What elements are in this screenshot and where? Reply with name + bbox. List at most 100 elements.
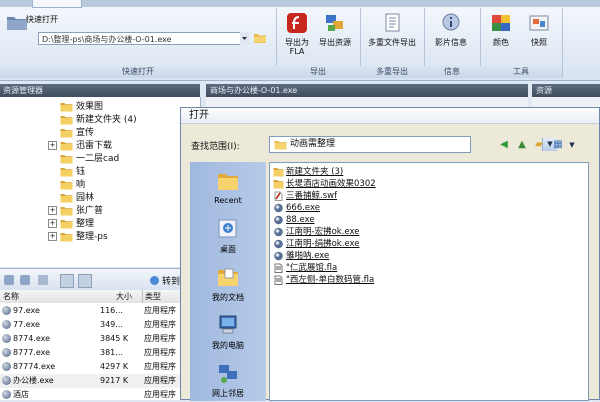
place-network-label: 网上邻居: [212, 389, 244, 398]
tree-item[interactable]: 效果图: [48, 101, 103, 114]
tree-item[interactable]: 新建文件夹 (4): [48, 114, 137, 127]
table-row[interactable]: 87774.exe 4297 K 应用程序: [0, 360, 200, 374]
views-menu-icon[interactable]: ▦: [551, 138, 565, 152]
up-folder-icon[interactable]: ▲: [515, 138, 529, 152]
quick-open-path-input[interactable]: D:\整理-ps\商场与办公楼-O-01.exe: [38, 32, 248, 45]
column-name[interactable]: 名称: [3, 290, 19, 303]
place-desktop[interactable]: 桌面: [190, 218, 266, 255]
expand-icon[interactable]: +: [48, 219, 57, 228]
tree-item[interactable]: + 迅雷下载: [48, 140, 112, 153]
place-my-computer[interactable]: 我的电脑: [190, 314, 266, 351]
expand-icon[interactable]: +: [48, 206, 57, 215]
movie-info-label: 影片信息: [435, 38, 467, 47]
multi-file-export-label: 多重文件导出: [368, 38, 416, 47]
file-name: 87774.exe: [13, 362, 56, 371]
snapshot-button[interactable]: 快照: [522, 12, 556, 47]
file-item[interactable]: 666.exe: [273, 202, 320, 214]
file-item[interactable]: 长堤酒店动画效果0302: [273, 178, 376, 190]
folder-icon: [60, 206, 73, 215]
tree-item[interactable]: + 整理: [48, 218, 94, 231]
file-size-cell: 3845 K: [100, 334, 129, 343]
file-type-cell: 应用程序: [144, 306, 176, 315]
ribbon: 快速打开 快速打开 D:\整理-ps\商场与办公楼-O-01.exe 导出为 F…: [0, 0, 600, 81]
column-type[interactable]: 类型: [142, 290, 161, 303]
place-desktop-label: 桌面: [220, 245, 236, 254]
file-type-cell: 应用程序: [144, 348, 176, 357]
file-item[interactable]: 新建文件夹 (3): [273, 166, 343, 178]
export-resources-button[interactable]: 导出资源: [318, 12, 352, 47]
view-list-icon[interactable]: [78, 274, 92, 288]
ribbon-tab-home[interactable]: [32, 0, 82, 8]
file-item[interactable]: 江南明-绢拂ok.exe: [273, 238, 359, 250]
tree-item[interactable]: 响: [48, 179, 85, 192]
table-row[interactable]: 8774.exe 3845 K 应用程序: [0, 332, 200, 346]
folder-tree[interactable]: 效果图 新建文件夹 (4) 宣传 + 迅雷下载 一二层cad 钰响园林 + 张广普 + 整理 + 整理-…: [0, 97, 201, 267]
place-my-documents-label: 我的文档: [212, 293, 244, 302]
chevron-down-icon[interactable]: ▼: [565, 138, 579, 152]
file-item[interactable]: "西左侧-单白数码管.fla: [273, 274, 374, 286]
table-row[interactable]: 办公楼.exe 9217 K 应用程序: [0, 374, 200, 388]
tree-item[interactable]: + 张广普: [48, 205, 103, 218]
tree-item-label: 一二层cad: [76, 154, 120, 164]
file-item-label: 长堤酒店动画效果0302: [286, 179, 376, 189]
file-name-cell: 8774.exe: [2, 332, 50, 346]
tree-item[interactable]: 园林: [48, 192, 94, 205]
tree-item-label: 新建文件夹 (4): [76, 115, 137, 125]
folder-icon: [60, 232, 73, 241]
tree-item-label: 宣传: [76, 128, 95, 138]
file-item[interactable]: 雏啪呐.exe: [273, 250, 329, 262]
place-network[interactable]: 网上邻居: [190, 362, 266, 399]
table-row[interactable]: 97.exe 116... 应用程序: [0, 304, 200, 318]
color-label: 颜色: [493, 38, 509, 47]
folder-icon: [60, 115, 73, 124]
my-computer-icon: [219, 315, 237, 334]
back-arrow-icon[interactable]: ◀: [497, 138, 511, 152]
file-item[interactable]: 三番捕鲸.swf: [273, 190, 337, 202]
tree-item[interactable]: 钰: [48, 166, 85, 179]
go-to-button[interactable]: 转到: [162, 274, 180, 287]
look-in-combo[interactable]: 动画需整理 ▼: [269, 136, 557, 153]
file-item[interactable]: 88.exe: [273, 214, 315, 226]
color-button[interactable]: 颜色: [484, 12, 518, 47]
file-list-header: 名称 大小 类型: [0, 290, 200, 304]
export-fla-button[interactable]: 导出为 FLA: [280, 12, 314, 56]
tree-item[interactable]: + 整理-ps: [48, 231, 108, 244]
expand-icon[interactable]: +: [48, 232, 57, 241]
document-pane: [206, 97, 528, 107]
file-item-label: "仁武展馆.fla: [286, 263, 338, 273]
file-item[interactable]: 江南明-宏拂ok.exe: [273, 226, 359, 238]
my-documents-icon: [218, 268, 238, 286]
table-row[interactable]: 8777.exe 381... 应用程序: [0, 346, 200, 360]
folder-file-icon: [273, 167, 284, 176]
swf-file-icon: [274, 191, 283, 201]
new-folder-icon[interactable]: ▰: [532, 138, 546, 152]
file-name: 办公楼.exe: [13, 376, 54, 385]
back-icon[interactable]: [4, 275, 14, 285]
file-item[interactable]: "仁武展馆.fla: [273, 262, 337, 274]
chevron-down-icon[interactable]: [240, 32, 249, 45]
column-size[interactable]: 大小: [116, 290, 132, 303]
movie-info-button[interactable]: 影片信息: [434, 12, 468, 47]
place-my-documents[interactable]: 我的文档: [190, 266, 266, 303]
tree-item[interactable]: 一二层cad: [48, 153, 119, 166]
table-row[interactable]: 77.exe 349... 应用程序: [0, 318, 200, 332]
up-icon[interactable]: [38, 275, 48, 285]
file-size-cell: 4297 K: [100, 362, 129, 371]
place-recent[interactable]: Recent: [190, 170, 266, 205]
place-recent-label: Recent: [214, 196, 242, 205]
explorer-pane-header: 资源管理器: [0, 84, 200, 97]
dialog-file-list[interactable]: 新建文件夹 (3) 长堤酒店动画效果0302 三番捕鲸.swf 666.exe 88.e…: [269, 162, 589, 401]
expand-icon[interactable]: +: [48, 141, 57, 150]
file-type-cell: 应用程序: [144, 334, 176, 343]
multi-file-export-button[interactable]: 多重文件导出: [366, 12, 418, 47]
file-name-cell: 77.exe: [2, 318, 40, 332]
folder-icon: [60, 141, 73, 150]
fla-file-icon: [274, 263, 283, 273]
view-details-icon[interactable]: [60, 274, 74, 288]
forward-icon[interactable]: [20, 275, 30, 285]
multi-document-icon: [385, 13, 400, 32]
tree-item[interactable]: 宣传: [48, 127, 94, 140]
application-icon: [2, 334, 11, 343]
desktop-icon: [218, 219, 237, 238]
browse-folder-icon[interactable]: [253, 32, 267, 44]
